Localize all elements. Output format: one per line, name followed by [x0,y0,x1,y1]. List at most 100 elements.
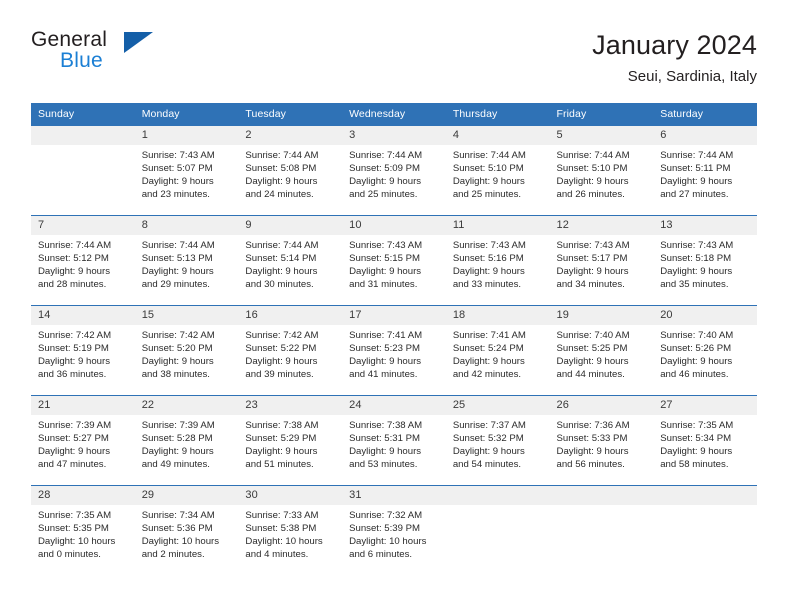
calendar-day-cell[interactable]: 24 Sunrise: 7:38 AM Sunset: 5:31 PM Dayligh… [342,395,446,486]
weekday-header-thursday: Thursday [445,103,550,126]
sunset-time: Sunset: 5:17 PM [556,253,628,265]
daylight-duration-line2: and 2 minutes. [141,549,205,561]
calendar-day-cell[interactable]: 6 Sunrise: 7:44 AM Sunset: 5:11 PM Daylight… [653,125,757,216]
day-details: Sunrise: 7:44 AM Sunset: 5:12 PM Daylight:… [31,235,135,291]
day-number [445,486,550,505]
daylight-duration-line2: and 33 minutes. [452,279,522,291]
day-number: 12 [549,216,654,235]
calendar-day-cell[interactable]: 30 Sunrise: 7:33 AM Sunset: 5:38 PM Dayligh… [238,485,343,576]
daylight-duration-line1: Daylight: 9 hours [38,356,110,368]
daylight-duration-line1: Daylight: 9 hours [556,176,629,188]
calendar-day-cell[interactable]: 2 Sunrise: 7:44 AM Sunset: 5:08 PM Daylight… [238,125,343,216]
day-number: 14 [31,306,135,325]
calendar-day-cell[interactable]: 5 Sunrise: 7:44 AM Sunset: 5:10 PM Daylight… [549,125,654,216]
calendar-day-cell[interactable]: 18 Sunrise: 7:41 AM Sunset: 5:24 PM Dayligh… [445,305,550,396]
day-number: 8 [134,216,239,235]
calendar-day-cell[interactable]: 21 Sunrise: 7:39 AM Sunset: 5:27 PM Dayligh… [31,395,135,486]
weekday-header-sunday: Sunday [31,103,135,126]
day-details: Sunrise: 7:40 AM Sunset: 5:25 PM Daylight:… [550,325,654,381]
calendar-day-cell[interactable]: 22 Sunrise: 7:39 AM Sunset: 5:28 PM Dayligh… [134,395,239,486]
day-number: 1 [134,126,239,145]
calendar-day-cell[interactable]: 26 Sunrise: 7:36 AM Sunset: 5:33 PM Dayligh… [549,395,654,486]
calendar-day-cell[interactable]: 31 Sunrise: 7:32 AM Sunset: 5:39 PM Dayligh… [342,485,446,576]
day-number: 3 [342,126,446,145]
sunset-time: Sunset: 5:33 PM [556,433,628,445]
calendar-day-cell[interactable]: 23 Sunrise: 7:38 AM Sunset: 5:29 PM Dayligh… [238,395,343,486]
daylight-duration-line1: Daylight: 10 hours [38,536,116,548]
day-number: 27 [653,396,757,415]
day-details: Sunrise: 7:35 AM Sunset: 5:35 PM Daylight:… [31,505,135,561]
sunrise-time: Sunrise: 7:32 AM [349,510,423,521]
calendar-day-cell[interactable]: 7 Sunrise: 7:44 AM Sunset: 5:12 PM Daylight… [31,215,135,306]
daylight-duration-line1: Daylight: 10 hours [141,536,220,548]
day-details: Sunrise: 7:41 AM Sunset: 5:24 PM Daylight:… [446,325,550,381]
day-details: Sunrise: 7:39 AM Sunset: 5:28 PM Daylight:… [135,415,239,471]
sunrise-time: Sunrise: 7:36 AM [556,420,630,431]
day-details: Sunrise: 7:32 AM Sunset: 5:39 PM Daylight:… [342,505,446,561]
daylight-duration-line1: Daylight: 9 hours [245,176,318,188]
page-header: General Blue January 2024 Seui, Sardinia… [31,28,757,94]
sunrise-time: Sunrise: 7:44 AM [245,240,319,251]
calendar-day-cell[interactable]: 27 Sunrise: 7:35 AM Sunset: 5:34 PM Dayligh… [653,395,757,486]
daylight-duration-line2: and 35 minutes. [660,279,729,291]
calendar-day-cell[interactable]: 14 Sunrise: 7:42 AM Sunset: 5:19 PM Dayligh… [31,305,135,396]
day-details: Sunrise: 7:38 AM Sunset: 5:29 PM Daylight:… [238,415,342,471]
sunrise-time: Sunrise: 7:34 AM [141,510,215,521]
day-details: Sunrise: 7:39 AM Sunset: 5:27 PM Daylight:… [31,415,135,471]
calendar-day-cell[interactable]: 13 Sunrise: 7:43 AM Sunset: 5:18 PM Dayligh… [653,215,757,306]
sunrise-time: Sunrise: 7:40 AM [556,330,630,341]
logo-word-blue: Blue [60,49,103,72]
calendar-day-cell[interactable]: 19 Sunrise: 7:40 AM Sunset: 5:25 PM Dayligh… [549,305,654,396]
calendar-day-cell[interactable]: 25 Sunrise: 7:37 AM Sunset: 5:32 PM Dayligh… [445,395,550,486]
daylight-duration-line2: and 26 minutes. [556,189,625,201]
calendar-day-cell[interactable]: 8 Sunrise: 7:44 AM Sunset: 5:13 PM Daylight… [134,215,239,306]
day-details: Sunrise: 7:44 AM Sunset: 5:08 PM Daylight:… [238,145,342,201]
daylight-duration-line2: and 42 minutes. [452,369,522,381]
calendar-day-cell[interactable]: 20 Sunrise: 7:40 AM Sunset: 5:26 PM Dayligh… [653,305,757,396]
day-number: 30 [238,486,343,505]
sunrise-time: Sunrise: 7:43 AM [452,240,526,251]
calendar-day-cell[interactable]: 17 Sunrise: 7:41 AM Sunset: 5:23 PM Dayligh… [342,305,446,396]
daylight-duration-line2: and 51 minutes. [245,459,314,471]
sunset-time: Sunset: 5:24 PM [452,343,524,355]
sunrise-time: Sunrise: 7:38 AM [349,420,423,431]
daylight-duration-line1: Daylight: 9 hours [245,356,318,368]
weekday-header-saturday: Saturday [653,103,757,126]
calendar-day-cell[interactable]: 11 Sunrise: 7:43 AM Sunset: 5:16 PM Dayligh… [445,215,550,306]
day-details: Sunrise: 7:43 AM Sunset: 5:07 PM Daylight:… [135,145,239,201]
day-number: 28 [31,486,135,505]
general-blue-logo[interactable]: General Blue [31,28,221,86]
calendar-day-cell[interactable]: 29 Sunrise: 7:34 AM Sunset: 5:36 PM Dayligh… [134,485,239,576]
daylight-duration-line2: and 39 minutes. [245,369,314,381]
daylight-duration-line1: Daylight: 9 hours [141,176,214,188]
daylight-duration-line2: and 28 minutes. [38,279,107,291]
calendar-day-cell[interactable]: 10 Sunrise: 7:43 AM Sunset: 5:15 PM Dayligh… [342,215,446,306]
daylight-duration-line2: and 53 minutes. [349,459,418,471]
sunset-time: Sunset: 5:10 PM [556,163,628,175]
calendar-day-cell[interactable]: 3 Sunrise: 7:44 AM Sunset: 5:09 PM Daylight… [342,125,446,216]
calendar-cell-empty [31,125,135,216]
sunset-time: Sunset: 5:32 PM [452,433,524,445]
day-details: Sunrise: 7:44 AM Sunset: 5:10 PM Daylight:… [446,145,550,201]
sunset-time: Sunset: 5:10 PM [452,163,524,175]
weekday-header-wednesday: Wednesday [342,103,446,126]
logo-word-general: General [31,28,108,51]
daylight-duration-line1: Daylight: 10 hours [349,536,427,548]
daylight-duration-line2: and 38 minutes. [141,369,210,381]
calendar-day-cell[interactable]: 15 Sunrise: 7:42 AM Sunset: 5:20 PM Dayligh… [134,305,239,396]
sunset-time: Sunset: 5:28 PM [141,433,213,445]
day-details: Sunrise: 7:43 AM Sunset: 5:16 PM Daylight:… [446,235,550,291]
daylight-duration-line1: Daylight: 9 hours [245,266,318,278]
calendar-day-cell[interactable]: 28 Sunrise: 7:35 AM Sunset: 5:35 PM Dayligh… [31,485,135,576]
weekday-header-tuesday: Tuesday [238,103,343,126]
sunset-time: Sunset: 5:11 PM [660,163,731,175]
calendar-day-cell[interactable]: 4 Sunrise: 7:44 AM Sunset: 5:10 PM Daylight… [445,125,550,216]
day-number: 26 [549,396,654,415]
day-number [653,486,757,505]
calendar-day-cell[interactable]: 12 Sunrise: 7:43 AM Sunset: 5:17 PM Dayligh… [549,215,654,306]
calendar-day-cell[interactable]: 9 Sunrise: 7:44 AM Sunset: 5:14 PM Daylight… [238,215,343,306]
calendar-day-cell[interactable]: 16 Sunrise: 7:42 AM Sunset: 5:22 PM Dayligh… [238,305,343,396]
sunrise-time: Sunrise: 7:41 AM [452,330,526,341]
day-details: Sunrise: 7:42 AM Sunset: 5:22 PM Daylight:… [238,325,342,381]
calendar-day-cell[interactable]: 1 Sunrise: 7:43 AM Sunset: 5:07 PM Daylight… [134,125,239,216]
